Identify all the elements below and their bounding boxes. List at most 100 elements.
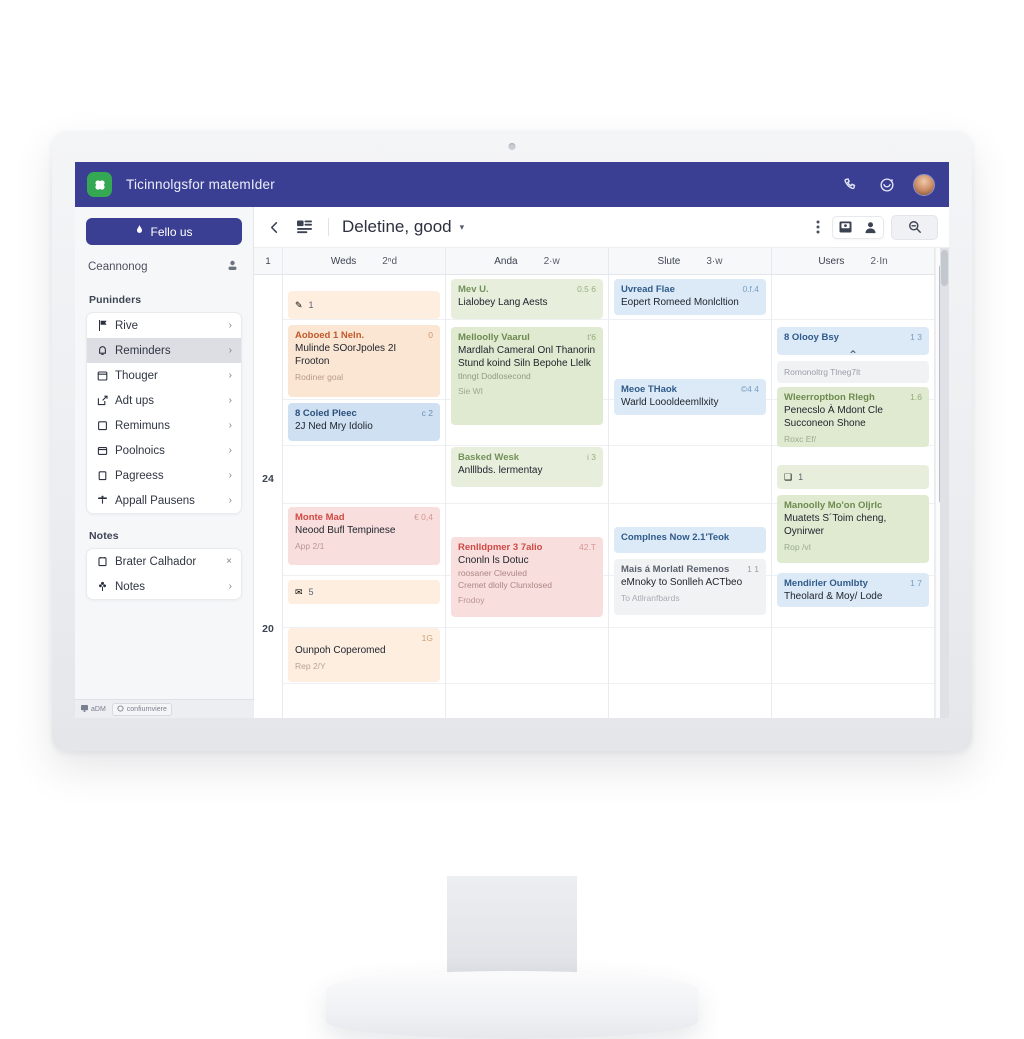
calendar-event[interactable]: Wleerroptbon Rlegh 1.6 Penecslo À Mdont Cl…	[777, 387, 929, 447]
sidebar-item-rive[interactable]: Rive ›	[87, 313, 241, 338]
view-title[interactable]: Deletine, good ▾	[342, 217, 464, 237]
inbox-icon[interactable]	[833, 217, 858, 238]
sidebar-item-notes[interactable]: Notes ›	[87, 574, 241, 599]
event-description: Cnonln ls Dotuc	[458, 555, 529, 566]
grid-line	[283, 445, 445, 446]
column-title: Users	[818, 255, 845, 267]
toolbar-divider	[328, 218, 329, 236]
calendar-scrollbar[interactable]: ▴ ▾	[935, 248, 949, 718]
statusbar-item-1[interactable]: confiurnviere	[111, 702, 172, 716]
event-meta: roosaner Clevuled	[458, 568, 527, 578]
grid-line	[446, 503, 608, 504]
calendar-event[interactable]: Complnes Now 2.1'Teok	[614, 527, 766, 553]
sidebar-item-appall-pausens[interactable]: Appall Pausens ›	[87, 488, 241, 513]
column-header-3[interactable]: Users 2·In	[772, 248, 935, 274]
zoom-out-icon[interactable]	[891, 214, 938, 240]
event-header: Mendirler Oumlbty 1 7	[784, 578, 922, 589]
phone-icon[interactable]	[841, 175, 860, 194]
sidebar-group-notes: Brater Calhador × Notes ›	[86, 548, 242, 600]
box-icon	[96, 420, 108, 432]
calendar-event[interactable]: 8 Coled Pleec c 2 2J Ned Mry Idolio	[288, 403, 440, 441]
sidebar-item-pagreess[interactable]: Pagreess ›	[87, 463, 241, 488]
chevron-up-icon[interactable]: ⌃	[848, 348, 858, 355]
sidebar-item-label: Appall Pausens	[115, 494, 195, 507]
grid-line	[283, 319, 445, 320]
sidebar-section-label-0: Puninders	[89, 294, 142, 306]
user-avatar[interactable]	[913, 173, 935, 196]
column-header-1[interactable]: Anda 2·w	[446, 248, 609, 274]
calendar-event[interactable]: Renlldpmer 3 7alio 42.T Cnonln ls Dotuc roo…	[451, 537, 603, 617]
sidebar-item-thouger[interactable]: Thouger ›	[87, 363, 241, 388]
calendar-event[interactable]: Mev U. 0.5 6 Lialobey Lang Aests	[451, 279, 603, 319]
account-row[interactable]: Ceannonog	[86, 256, 242, 278]
calendar-event[interactable]: ✉ 5	[288, 580, 440, 604]
sidebar-item-reminders[interactable]: Reminders ›	[87, 338, 241, 363]
event-count: 5	[308, 587, 314, 597]
calendar-event[interactable]: Mais á Morlatl Remenos 1 1 eMnoky to Sonll…	[614, 559, 766, 615]
close-icon[interactable]: ×	[226, 556, 232, 567]
bell-icon	[96, 345, 108, 357]
event-footer: Rep 2/Y	[295, 661, 326, 671]
calendar-event[interactable]: Manoolly Mo'on Oljrlc Muatets S´Toim chen…	[777, 495, 929, 563]
statusbar-label: confiurnviere	[126, 705, 167, 713]
calendar-event[interactable]: Uvread Flae 0.f.4 Eopert Romeed Monlcltion	[614, 279, 766, 315]
sidebar-item-brater-calhador[interactable]: Brater Calhador ×	[87, 549, 241, 574]
monitor-icon	[81, 704, 88, 714]
grid-line	[446, 445, 608, 446]
sidebar-item-label: Thouger	[115, 369, 158, 382]
monitor-base	[326, 971, 698, 1039]
column-header-2[interactable]: Slute 3·w	[609, 248, 772, 274]
chevron-right-icon: ›	[228, 495, 232, 506]
calendar-event[interactable]: ❑ 1	[777, 465, 929, 489]
calendar-column-2[interactable]: Uvread Flae 0.f.4 Eopert Romeed Monlcltion…	[609, 275, 772, 718]
grid-line	[772, 627, 934, 628]
contact-icon[interactable]	[858, 217, 883, 238]
calendar-event[interactable]: ✎ 1	[288, 291, 440, 319]
sidebar-group-reminders: Rive › Reminders › Thouger › Adt ups › R…	[86, 312, 242, 514]
calendar-event[interactable]: Romonoltrg Tlneg7lt	[777, 361, 929, 383]
chevron-down-icon[interactable]: ▾	[460, 222, 465, 233]
event-count: 1	[798, 472, 804, 482]
event-header: Meoe THaok ©4 4	[621, 384, 759, 395]
clock-check-icon[interactable]	[877, 175, 896, 194]
sidebar-item-adt-ups[interactable]: Adt ups ›	[87, 388, 241, 413]
event-time: 42.T	[578, 542, 596, 552]
calendar-event[interactable]: 1G Ounpoh Coperomed Rep 2/Y	[288, 628, 440, 682]
grid-line	[283, 683, 445, 684]
follow-us-button[interactable]: Fello us	[86, 218, 242, 245]
event-header: Monte Mad € 0,4	[295, 512, 433, 523]
event-time: € 0,4	[414, 512, 433, 522]
sidebar-statusbar: aDM confiurnviere	[75, 699, 254, 718]
calendar-event[interactable]: Melloolly Vaarul t'6 Mardlah Cameral Onl T…	[451, 327, 603, 425]
event-time: 1 7	[910, 578, 922, 588]
calendar-event[interactable]: Aoboed 1 Neln. 0 Mulinde SOorJpoles 2I Fro…	[288, 325, 440, 397]
calendar-column-1[interactable]: Mev U. 0.5 6 Lialobey Lang Aests Melloolly …	[446, 275, 609, 718]
event-meta: Cremet dlolly Clunxlosed	[458, 580, 553, 590]
calendar-event[interactable]: 8 Olooy Bsy 1 3 ⌃	[777, 327, 929, 355]
event-title: Renlldpmer 3 7alio	[458, 542, 543, 553]
more-vertical-icon[interactable]	[811, 219, 825, 235]
event-header: Renlldpmer 3 7alio 42.T	[458, 542, 596, 553]
calendar-event[interactable]: Basked Wesk i 3 Anlllbds. lermentay	[451, 447, 603, 487]
statusbar-item-0[interactable]: aDM	[81, 704, 106, 715]
sidebar-item-remimuns[interactable]: Remimuns ›	[87, 413, 241, 438]
event-time: i 3	[587, 452, 596, 462]
column-subtitle: 2·In	[870, 255, 888, 267]
calendar-column-3[interactable]: 8 Olooy Bsy 1 3 ⌃ Romonoltrg Tlneg7lt Wleerr…	[772, 275, 935, 718]
webcam-icon	[508, 143, 516, 150]
chevron-right-icon: ›	[228, 581, 232, 592]
agenda-view-icon[interactable]	[293, 216, 315, 238]
calendar-event[interactable]: Monte Mad € 0,4 Neood Bufl Tempinese App 2/…	[288, 507, 440, 565]
calendar-event[interactable]: Mendirler Oumlbty 1 7 Theolard & Moy/ Lode	[777, 573, 929, 607]
sidebar-item-label: Remimuns	[115, 419, 170, 432]
column-title: Anda	[494, 255, 518, 267]
calendar-column-0[interactable]: ✎ 1 Aoboed 1 Neln. 0 Mulinde SOorJpoles 2I F…	[283, 275, 446, 718]
sidebar-item-poolnoics[interactable]: Poolnoics ›	[87, 438, 241, 463]
column-title: Weds	[330, 255, 357, 267]
outer-scroll-rail[interactable]	[940, 248, 949, 718]
chevron-left-icon[interactable]	[263, 216, 285, 238]
clover-logo-icon[interactable]	[87, 172, 112, 197]
outer-scrollbar-thumb[interactable]	[941, 250, 948, 286]
calendar-event[interactable]: Meoe THaok ©4 4 Warld Loooldeemllxity	[614, 379, 766, 415]
column-header-0[interactable]: Weds 2ⁿd	[283, 248, 446, 274]
